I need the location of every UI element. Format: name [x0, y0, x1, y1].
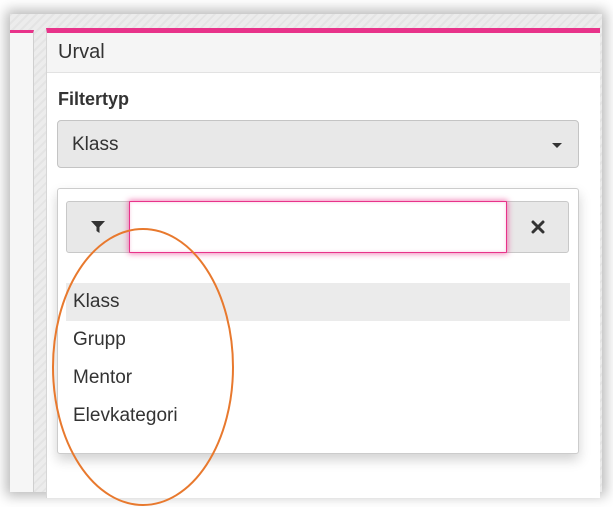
filter-type-label: Filtertyp: [58, 89, 130, 109]
option-grupp[interactable]: Grupp: [66, 321, 570, 359]
option-klass[interactable]: Klass: [66, 283, 570, 321]
panel-body: Filtertyp Klass: [47, 73, 600, 168]
option-elevkategori[interactable]: Elevkategori: [66, 397, 570, 435]
option-list: Klass Grupp Mentor Elevkategori: [66, 283, 570, 435]
screenshot-stage: Urval Filtertyp Klass Klass Grupp Mentor…: [0, 0, 613, 507]
close-icon[interactable]: [507, 202, 568, 252]
search-input[interactable]: [129, 201, 507, 253]
filter-type-select[interactable]: Klass: [57, 120, 579, 168]
selected-value: Klass: [72, 134, 119, 155]
option-mentor[interactable]: Mentor: [66, 359, 570, 397]
caret-down-icon: [552, 143, 562, 148]
adjacent-panel-edge: [10, 30, 34, 492]
filter-icon: [67, 202, 129, 252]
search-group: [66, 201, 569, 253]
panel-title: Urval: [47, 33, 600, 73]
filter-type-dropdown: Klass Grupp Mentor Elevkategori: [57, 188, 579, 454]
